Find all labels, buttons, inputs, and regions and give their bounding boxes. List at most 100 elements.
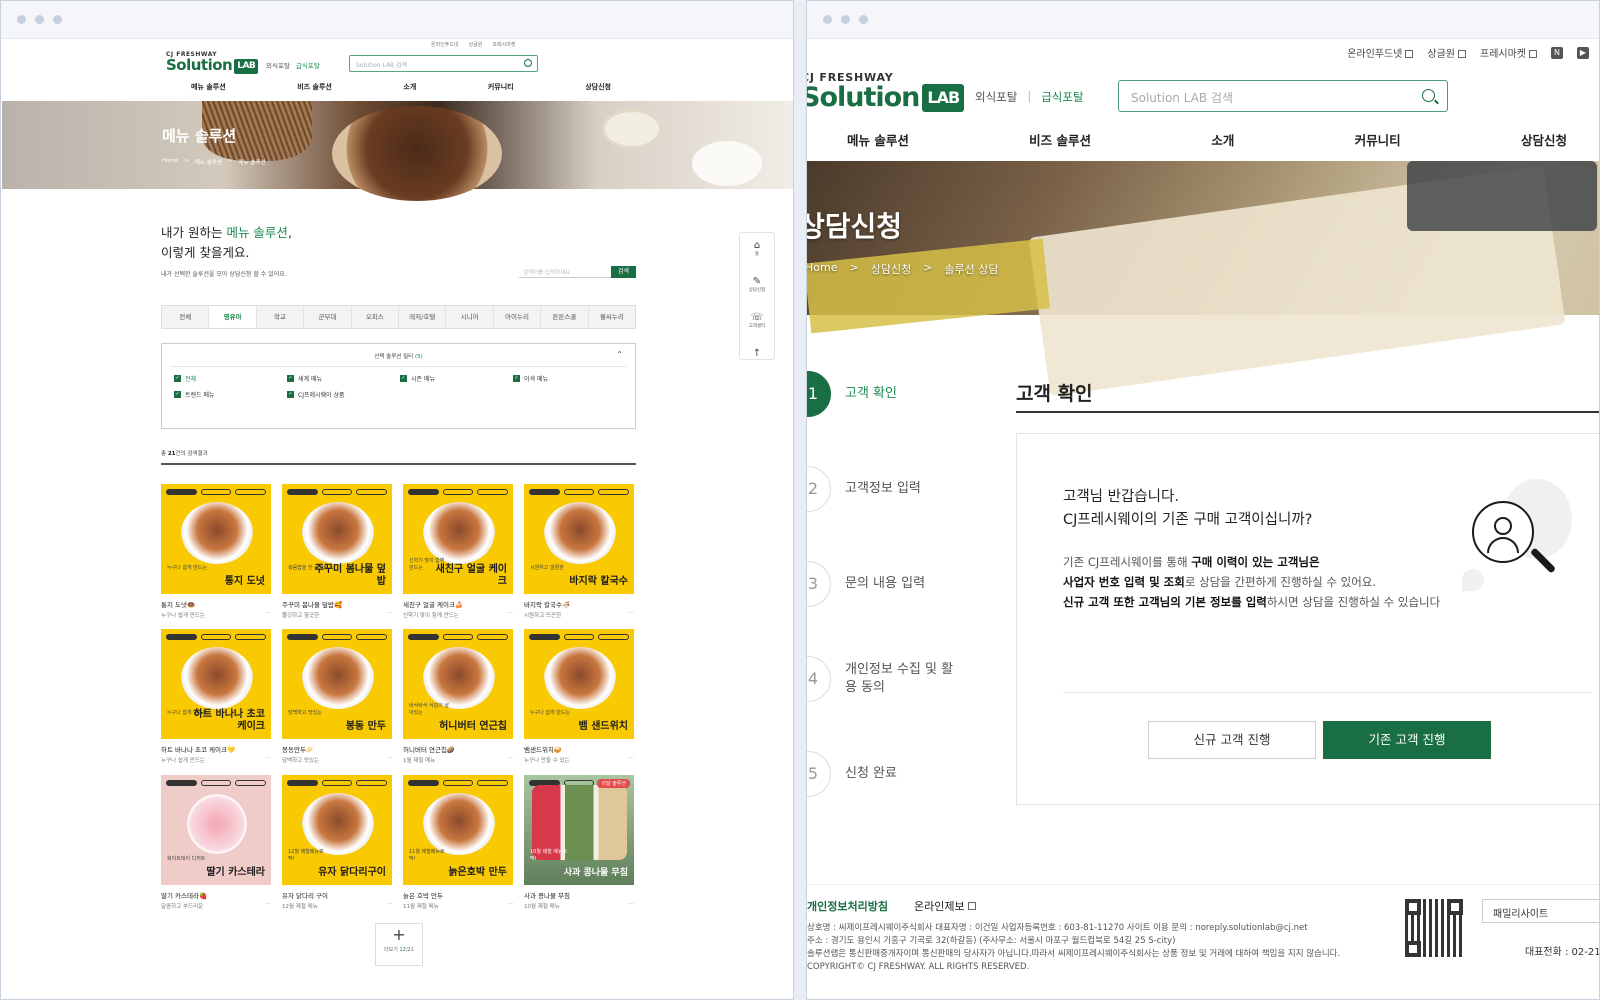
more-options-icon[interactable]: ··· xyxy=(508,610,513,616)
menu-card[interactable]: 시원하고 깔끔한 바지락 칼국수 바지락 칼국수🍜 시원하고 뜨끈한 ··· xyxy=(524,484,634,619)
menu-card[interactable]: 11월 제철메뉴로 딱! 늙은호박 만두 늙은 호박 만두 11월 제철 메뉴 ··· xyxy=(403,775,513,910)
card-thumbnail[interactable]: 시원하고 깔끔한 바지락 칼국수 xyxy=(524,484,634,594)
card-title[interactable]: 유자 닭다리 구이 xyxy=(282,890,392,900)
menu-card[interactable]: 12월 제철메뉴로 딱! 유자 닭다리구이 유자 닭다리 구이 12월 제철 메뉴 ··… xyxy=(282,775,392,910)
youtube-icon[interactable]: ▶ xyxy=(1577,46,1589,59)
portal-link-catering[interactable]: 급식포탈 xyxy=(1041,89,1083,105)
breadcrumb-home[interactable]: Home xyxy=(807,261,837,277)
tab-category[interactable]: 학교 xyxy=(257,306,305,328)
more-options-icon[interactable]: ··· xyxy=(266,610,271,616)
nav-item-about[interactable]: 소개 xyxy=(403,82,416,92)
search-input[interactable]: Solution LAB 검색 xyxy=(349,55,538,72)
window-dot[interactable] xyxy=(17,15,26,24)
nav-item-consult[interactable]: 상담신청 xyxy=(1521,130,1567,149)
more-options-icon[interactable]: ··· xyxy=(508,755,513,761)
breadcrumb-home[interactable]: Home xyxy=(162,158,178,166)
scroll-top-button[interactable]: ↑ xyxy=(740,341,774,377)
filter-checkbox-all[interactable]: ✓ 전체 xyxy=(174,374,196,383)
nav-item-about[interactable]: 소개 xyxy=(1211,130,1234,149)
breadcrumb-item[interactable]: 상담신청 xyxy=(871,261,911,277)
nav-item-menu-solution[interactable]: 메뉴 솔루션 xyxy=(847,130,909,149)
util-link-onlinefoodnet[interactable]: 온라인푸드넷 xyxy=(1347,45,1414,60)
card-title[interactable]: 사과 콩나물 무침 xyxy=(524,890,634,900)
window-dot[interactable] xyxy=(53,15,62,24)
more-options-icon[interactable]: ··· xyxy=(387,610,392,616)
card-title[interactable]: 봉동만두🥟 xyxy=(282,744,392,754)
new-customer-button[interactable]: 신규 고객 진행 xyxy=(1148,721,1316,759)
menu-card[interactable]: 신학기 맞이 함께 만드는 새친구 얼굴 케이크 새친구 얼굴 케이크🍰 신학기 맞이… xyxy=(403,484,513,619)
filter-checkbox[interactable]: ✓ 시즌 메뉴 xyxy=(400,374,435,383)
filter-checkbox[interactable]: ✓ CJ프레시웨이 상품 xyxy=(287,390,345,399)
portal-link-dining[interactable]: 외식포탈 xyxy=(975,89,1017,105)
breadcrumb-item[interactable]: 메뉴 솔루션 xyxy=(195,158,222,166)
nav-item-community[interactable]: 커뮤니티 xyxy=(1355,130,1401,149)
card-thumbnail[interactable]: 화이트데이 디저트 딸기 카스테라 xyxy=(161,775,271,885)
privacy-policy-link[interactable]: 개인정보처리방침 xyxy=(807,898,888,914)
filter-checkbox[interactable]: ✓ 트렌드 메뉴 xyxy=(174,390,215,399)
tab-category[interactable]: 아이누리 xyxy=(494,306,542,328)
card-title[interactable]: 뱀샌드위치🥪 xyxy=(524,744,634,754)
load-more-button[interactable]: + 더보기 12/21 xyxy=(375,923,423,966)
nav-item-biz-solution[interactable]: 비즈 솔루션 xyxy=(297,82,332,92)
util-link[interactable]: 온라인푸드넷 xyxy=(431,41,459,48)
existing-customer-button[interactable]: 기존 고객 진행 xyxy=(1323,721,1491,759)
window-dot[interactable] xyxy=(841,15,850,24)
search-icon[interactable] xyxy=(1422,89,1435,102)
card-title[interactable]: 하트 바나나 초코 케이크💛 xyxy=(161,744,271,754)
util-link-sanggeulwon[interactable]: 상글원 xyxy=(1427,45,1466,60)
site-logo[interactable]: CJ FRESHWAY Solution LAB xyxy=(166,51,259,74)
search-input[interactable]: Solution LAB 검색 xyxy=(1118,80,1448,112)
more-options-icon[interactable]: ··· xyxy=(629,901,634,907)
portal-link-dining[interactable]: 외식포탈 xyxy=(266,60,290,70)
tab-category[interactable]: 레저/호텔 xyxy=(399,306,447,328)
site-logo[interactable]: CJ FRESHWAY Solution LAB xyxy=(807,71,965,112)
tab-category[interactable]: 전체 xyxy=(162,306,210,328)
card-thumbnail[interactable]: 신학기 맞이 함께 만드는 새친구 얼굴 케이크 xyxy=(403,484,513,594)
tab-category[interactable]: 웰씨누리 xyxy=(589,306,635,328)
card-title[interactable]: 주꾸미 봄나물 덮밥🥰 xyxy=(282,599,392,609)
card-thumbnail[interactable]: 12월 제철메뉴로 딱! 유자 닭다리구이 xyxy=(282,775,392,885)
card-title[interactable]: 통지 도넛🍩 xyxy=(161,599,271,609)
card-thumbnail[interactable]: 볶음밥을 한 숟가락 주꾸미 봄나물 덮밥 xyxy=(282,484,392,594)
nav-item-consult[interactable]: 상담신청 xyxy=(585,82,611,92)
menu-card[interactable]: 볶음밥을 한 숟가락 주꾸미 봄나물 덮밥 주꾸미 봄나물 덮밥🥰 쫄깃하고 향긋한 ·… xyxy=(282,484,392,619)
portal-link-catering[interactable]: 급식포탈 xyxy=(296,60,320,70)
card-title[interactable]: 바지락 칼국수🍜 xyxy=(524,599,634,609)
menu-card[interactable]: 누구나 쉽게 만드는 통지 도넛 통지 도넛🍩 누구나 쉽게 만드는 ··· xyxy=(161,484,271,619)
search-icon[interactable] xyxy=(524,59,532,67)
more-options-icon[interactable]: ··· xyxy=(387,755,392,761)
more-options-icon[interactable]: ··· xyxy=(508,901,513,907)
keyword-search-button[interactable]: 검색 xyxy=(611,266,636,278)
filter-checkbox[interactable]: ✓ 세계 메뉴 xyxy=(287,374,322,383)
collapse-chevron-icon[interactable]: ⌃ xyxy=(616,350,623,359)
util-link[interactable]: 프레시마켓 xyxy=(492,41,515,48)
menu-card[interactable]: 담백하고 맛있는 봉동 만두 봉동만두🥟 담백하고 맛있는 ··· xyxy=(282,629,392,764)
card-title[interactable]: 허니버터 연근칩🥔 xyxy=(403,744,513,754)
nav-item-community[interactable]: 커뮤니티 xyxy=(488,82,514,92)
nav-item-menu-solution[interactable]: 메뉴 솔루션 xyxy=(191,82,226,92)
menu-card[interactable]: 이달 솔루션 10월 제철 메뉴로 딱! 사과 콩나물 무침 사과 콩나물 무침 10월… xyxy=(524,775,634,910)
card-thumbnail[interactable]: 11월 제철메뉴로 딱! 늙은호박 만두 xyxy=(403,775,513,885)
window-dot[interactable] xyxy=(859,15,868,24)
tab-category[interactable]: 튼튼스쿨 xyxy=(541,306,589,328)
card-title[interactable]: 딸기 카스테라🍓 xyxy=(161,890,271,900)
tab-category[interactable]: 오피스 xyxy=(352,306,400,328)
more-options-icon[interactable]: ··· xyxy=(387,901,392,907)
tab-category[interactable]: 군부대 xyxy=(304,306,352,328)
quick-support[interactable]: ☏ 고객센터 xyxy=(740,305,774,341)
more-options-icon[interactable]: ··· xyxy=(266,901,271,907)
card-thumbnail[interactable]: 바삭바삭 식감이 살아있는 허니버터 연근칩 xyxy=(403,629,513,739)
quick-consult[interactable]: ✎ 상담신청 xyxy=(740,269,774,305)
keyword-input[interactable]: 검색어를 입력하세요 xyxy=(519,266,611,278)
filter-checkbox[interactable]: ✓ 이색 메뉴 xyxy=(513,374,548,383)
util-link[interactable]: 상글원 xyxy=(469,41,483,48)
window-dot[interactable] xyxy=(823,15,832,24)
card-thumbnail[interactable]: 누구나 쉽게 만드는 뱀 샌드위치 xyxy=(524,629,634,739)
menu-card[interactable]: 화이트데이 디저트 딸기 카스테라 딸기 카스테라🍓 달콤하고 부드러운 ··· xyxy=(161,775,271,910)
menu-card[interactable]: 누구나 쉽게 만드는 하트 바나나 초코 케이크 하트 바나나 초코 케이크💛 누구나… xyxy=(161,629,271,764)
util-link-freshmarket[interactable]: 프레시마켓 xyxy=(1480,45,1537,60)
tab-category[interactable]: 영유아 xyxy=(209,306,257,328)
family-site-select[interactable]: 패밀리사이트 xyxy=(1482,899,1599,923)
card-thumbnail[interactable]: 누구나 쉽게 만드는 하트 바나나 초코 케이크 xyxy=(161,629,271,739)
card-title[interactable]: 새친구 얼굴 케이크🍰 xyxy=(403,599,513,609)
